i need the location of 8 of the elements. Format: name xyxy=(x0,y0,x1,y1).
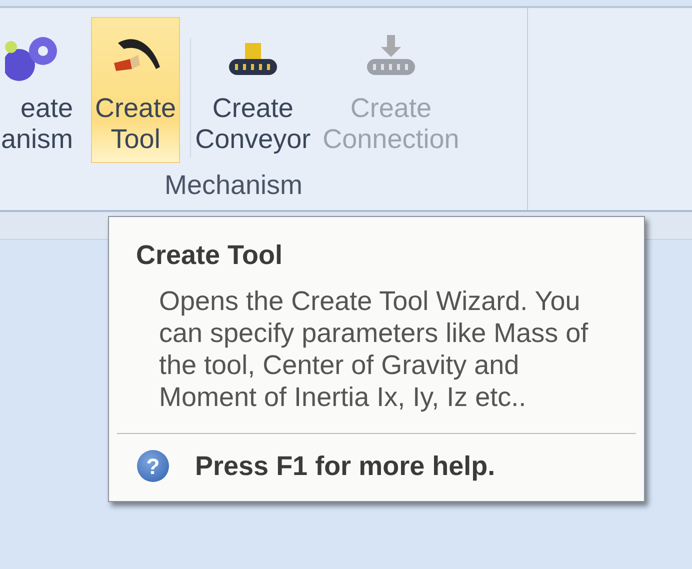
tooltip-title: Create Tool xyxy=(135,239,284,271)
help-icon: ? xyxy=(137,450,169,482)
ribbon-button[interactable]: Create Conveyor xyxy=(191,17,315,163)
ribbon-button[interactable]: eate anism xyxy=(0,17,78,163)
tooltip-description: Opens the Create Tool Wizard. You can specify parameters like Mass of the tool, Center of Gravity and Moment of Inertia Ix, Iy, Iz etc.. xyxy=(158,285,590,413)
ribbon-button[interactable]: Create Tool xyxy=(91,17,180,163)
group-label: Mechanism xyxy=(163,169,304,202)
help-hint: Press F1 for more help. xyxy=(195,450,496,483)
